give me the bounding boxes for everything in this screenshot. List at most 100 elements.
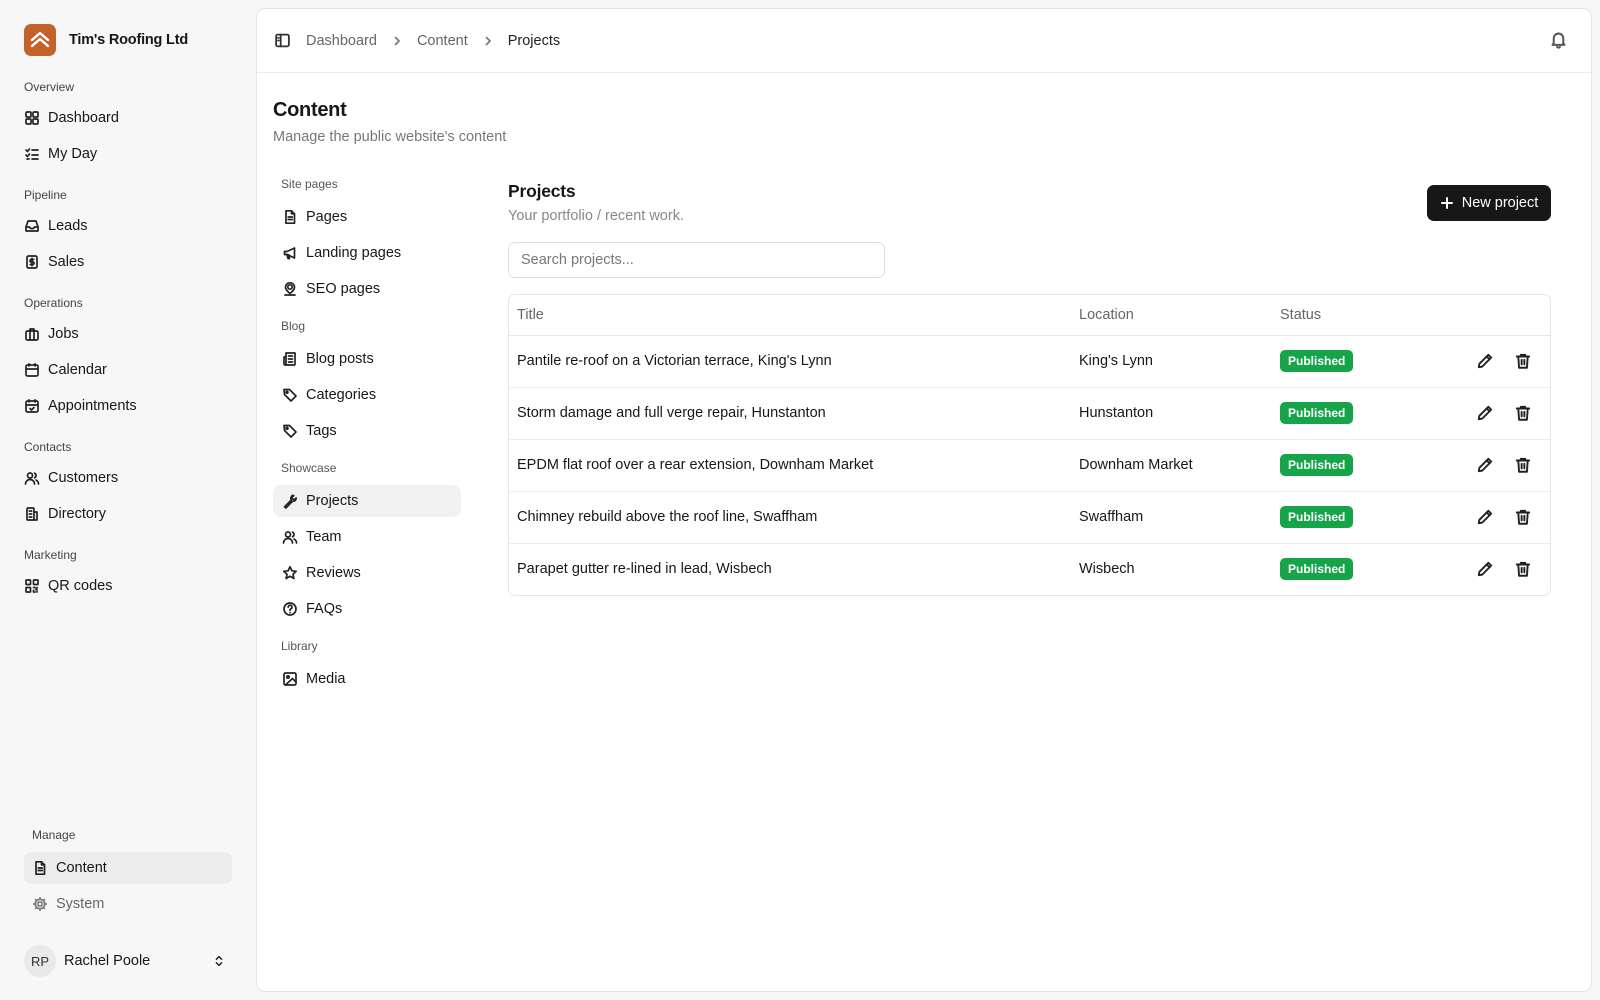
column-header-title[interactable]: Title — [509, 295, 1071, 336]
chevrons-up-down-icon — [215, 955, 223, 967]
sidebar-item-appointments[interactable]: Appointments — [24, 392, 232, 420]
content-nav-section-site-pages: Site pages — [281, 177, 338, 191]
cell-title: EPDM flat roof over a rear extension, Do… — [509, 439, 1071, 492]
table-header-row: Title Location Status — [509, 295, 1550, 336]
topbar: Dashboard Content Projects — [257, 9, 1591, 73]
breadcrumb-content[interactable]: Content — [417, 33, 468, 49]
content-nav-landing-pages[interactable]: Landing pages — [273, 237, 461, 269]
sidebar-item-customers[interactable]: Customers — [24, 464, 232, 492]
brand[interactable]: Tim's Roofing Ltd — [24, 24, 188, 56]
gear-icon — [32, 896, 48, 912]
edit-pencil-icon[interactable] — [1476, 456, 1494, 474]
status-badge: Published — [1280, 454, 1354, 476]
content-nav-pages[interactable]: Pages — [273, 201, 461, 233]
new-project-button[interactable]: New project — [1427, 185, 1551, 221]
delete-trash-icon[interactable] — [1514, 560, 1532, 578]
content-nav-categories[interactable]: Categories — [273, 379, 461, 411]
sidebar-item-system[interactable]: System — [24, 888, 232, 920]
edit-pencil-icon[interactable] — [1476, 352, 1494, 370]
star-icon — [282, 565, 298, 580]
sidebar-item-label: Directory — [48, 506, 107, 522]
projects-title: Projects — [508, 181, 576, 201]
plus-icon — [1440, 197, 1453, 209]
file-text-icon — [35, 860, 46, 876]
briefcase-icon — [25, 328, 39, 341]
table-row[interactable]: EPDM flat roof over a rear extension, Do… — [509, 439, 1550, 492]
sidebar-item-calendar[interactable]: Calendar — [24, 356, 232, 384]
content-nav-label: FAQs — [306, 601, 343, 617]
sidebar-section-pipeline: Pipeline — [24, 188, 67, 202]
image-icon — [283, 672, 297, 686]
bell-icon[interactable] — [1549, 30, 1568, 49]
cell-title: Parapet gutter re-lined in lead, Wisbech — [517, 561, 772, 578]
sidebar-item-label: Dashboard — [48, 110, 119, 126]
cell-status: Published — [1272, 335, 1442, 388]
sidebar-item-label: Leads — [48, 218, 88, 234]
content-nav-media[interactable]: Media — [273, 663, 461, 695]
cell-actions — [1442, 387, 1550, 440]
sidebar-section-manage: Manage — [32, 828, 76, 842]
sidebar-item-leads[interactable]: Leads — [24, 212, 232, 240]
sidebar-item-directory[interactable]: Directory — [24, 500, 232, 528]
map-pin-user-icon — [284, 281, 296, 296]
sidebar-item-label: My Day — [48, 146, 98, 162]
calendar-icon — [25, 362, 39, 377]
breadcrumb: Dashboard Content Projects — [306, 33, 560, 49]
content-nav-label: Blog posts — [306, 351, 374, 367]
content-nav-label: Pages — [306, 209, 348, 225]
sidebar-item-dashboard[interactable]: Dashboard — [24, 104, 232, 132]
content-nav-section-library: Library — [281, 639, 318, 653]
user-menu[interactable]: RP Rachel Poole — [24, 944, 232, 978]
content-nav-label: Reviews — [306, 565, 361, 581]
content-nav-blog-posts[interactable]: Blog posts — [273, 343, 461, 375]
sidebar-item-label: Calendar — [48, 362, 107, 378]
table-row[interactable]: Storm damage and full verge repair, Huns… — [509, 387, 1550, 440]
status-badge: Published — [1280, 350, 1354, 372]
cell-status: Published — [1272, 491, 1442, 544]
sidebar: Tim's Roofing Ltd Overview Dashboard My … — [0, 0, 255, 1000]
brand-name: Tim's Roofing Ltd — [69, 32, 188, 48]
sidebar-toggle-icon[interactable] — [274, 32, 291, 49]
projects-subtitle: Your portfolio / recent work. — [508, 208, 684, 224]
newspaper-icon — [283, 352, 296, 366]
content-nav-faqs[interactable]: FAQs — [273, 593, 461, 625]
content-nav-label: Tags — [306, 423, 337, 439]
cell-location: Swaffham — [1071, 491, 1272, 544]
sidebar-item-content[interactable]: Content — [24, 852, 232, 884]
cell-status: Published — [1272, 439, 1442, 492]
table-row[interactable]: Parapet gutter re-lined in lead, Wisbech… — [509, 543, 1550, 595]
chevron-right-icon — [482, 35, 494, 47]
list-check-icon — [25, 148, 39, 160]
delete-trash-icon[interactable] — [1514, 508, 1532, 526]
sidebar-item-label: Appointments — [48, 398, 137, 414]
edit-pencil-icon[interactable] — [1476, 508, 1494, 526]
sidebar-item-sales[interactable]: Sales — [24, 248, 232, 276]
edit-pencil-icon[interactable] — [1476, 560, 1494, 578]
sidebar-item-qr-codes[interactable]: QR codes — [24, 572, 232, 600]
delete-trash-icon[interactable] — [1514, 352, 1532, 370]
content-nav-reviews[interactable]: Reviews — [273, 557, 461, 589]
table-row[interactable]: Pantile re-roof on a Victorian terrace, … — [509, 335, 1550, 388]
content-nav-team[interactable]: Team — [273, 521, 461, 553]
edit-pencil-icon[interactable] — [1476, 404, 1494, 422]
breadcrumb-dashboard[interactable]: Dashboard — [306, 33, 377, 49]
building-icon — [26, 507, 38, 521]
tag-icon — [283, 388, 297, 402]
cell-location: Hunstanton — [1071, 387, 1272, 440]
content-nav-projects[interactable]: Projects — [273, 485, 461, 517]
user-name: Rachel Poole — [64, 953, 151, 969]
delete-trash-icon[interactable] — [1514, 456, 1532, 474]
column-header-location[interactable]: Location — [1071, 295, 1272, 336]
roof-logo-icon — [24, 24, 56, 56]
sidebar-item-jobs[interactable]: Jobs — [24, 320, 232, 348]
table-row[interactable]: Chimney rebuild above the roof line, Swa… — [509, 491, 1550, 544]
sidebar-item-my-day[interactable]: My Day — [24, 140, 232, 168]
cell-location: King's Lynn — [1071, 335, 1272, 388]
content-nav-seo-pages[interactable]: SEO pages — [273, 273, 461, 305]
content-nav-tags[interactable]: Tags — [273, 415, 461, 447]
tag-icon — [283, 424, 297, 438]
page-subtitle: Manage the public website's content — [273, 129, 507, 145]
delete-trash-icon[interactable] — [1514, 404, 1532, 422]
column-header-status[interactable]: Status — [1272, 295, 1442, 336]
search-projects-input[interactable] — [508, 242, 885, 278]
